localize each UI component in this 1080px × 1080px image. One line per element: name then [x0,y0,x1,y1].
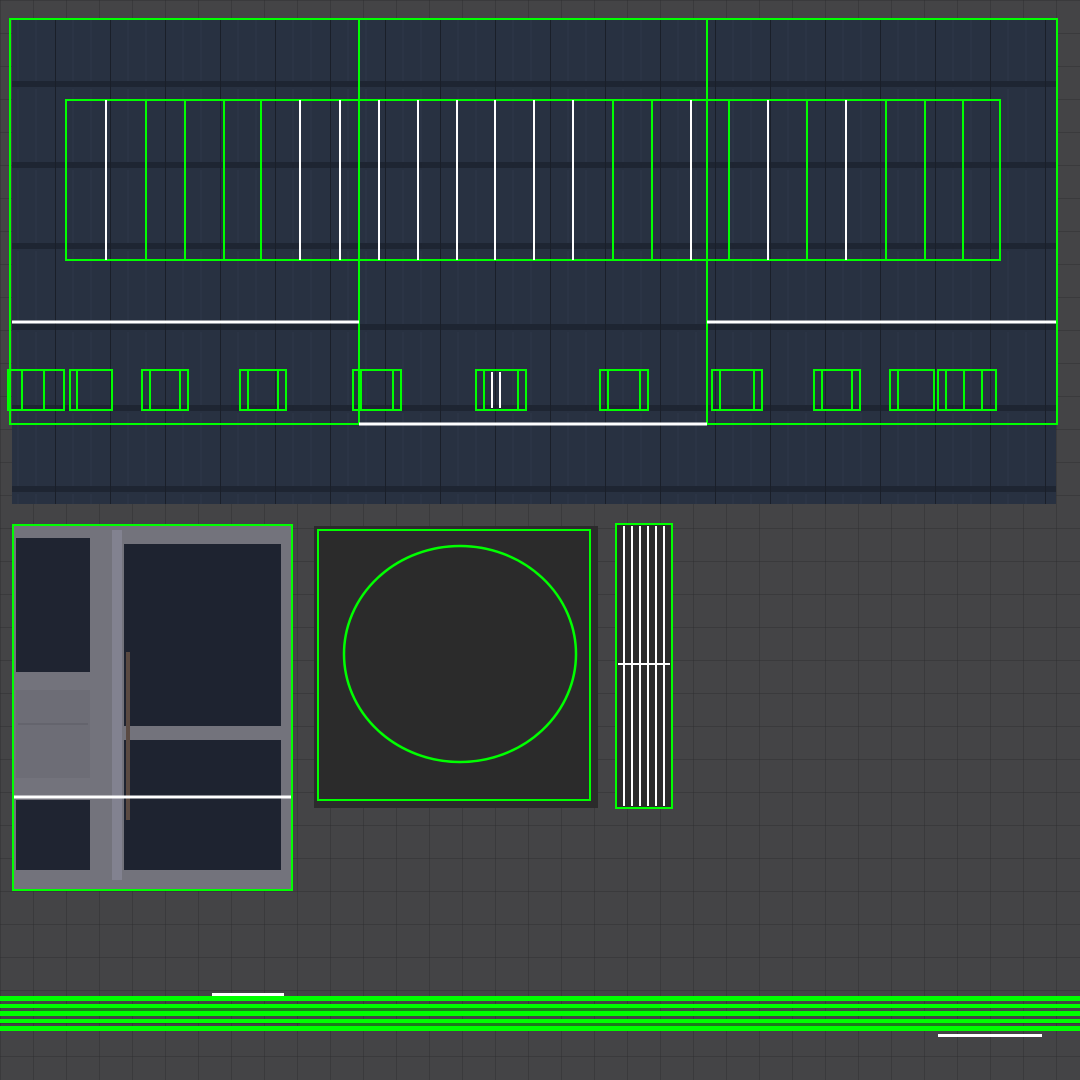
uv-canvas[interactable] [0,0,1080,1080]
slat-strip[interactable] [615,523,673,809]
vent-panel[interactable] [314,526,598,808]
trim-strips[interactable] [0,993,1080,1037]
door-handle-icon[interactable] [126,652,130,820]
uv-editor-viewport[interactable] [0,0,1080,1080]
door-panel[interactable] [12,524,293,891]
